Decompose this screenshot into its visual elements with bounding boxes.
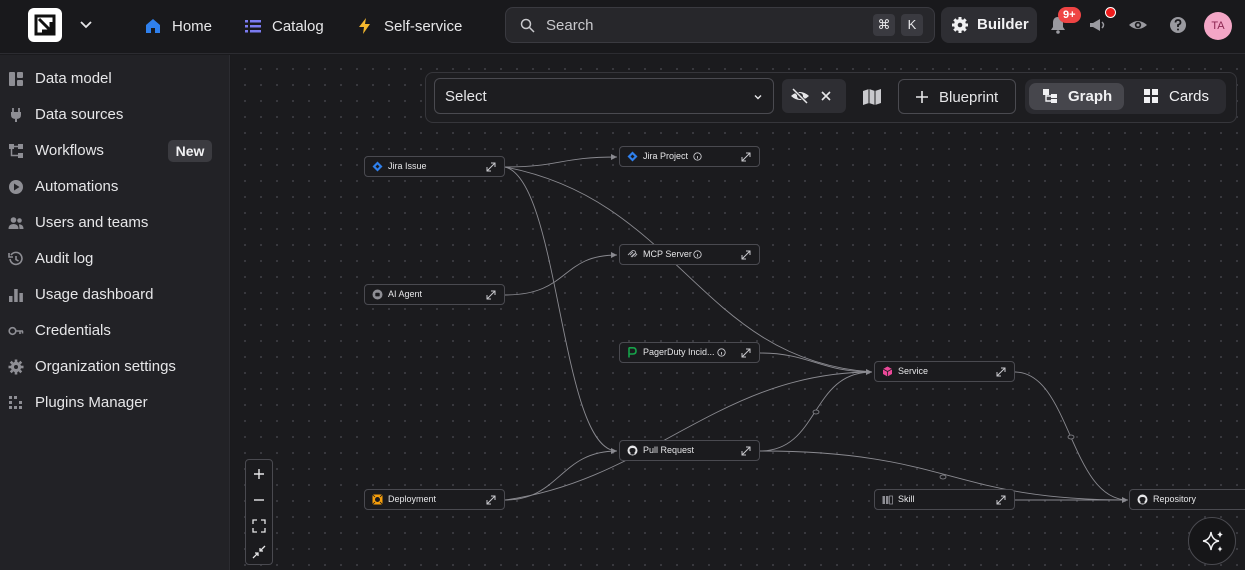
edge-label-pill: [812, 409, 820, 415]
select-value: Select: [445, 88, 487, 105]
edge-label-pill: [1067, 434, 1075, 440]
cards-view-label: Cards: [1169, 88, 1210, 105]
node-label: Pull Request: [643, 445, 695, 455]
sparkle-icon: [1202, 531, 1223, 552]
node-label: Jira Issue: [388, 161, 427, 171]
node-repository[interactable]: Repository: [1129, 489, 1245, 510]
node-service[interactable]: Service: [874, 361, 1015, 382]
expand-icon[interactable]: [741, 250, 751, 260]
edge-ai-agent-mcp-server: [504, 254, 618, 296]
fit-view-icon[interactable]: [252, 519, 266, 533]
expand-icon[interactable]: [741, 446, 751, 456]
github-icon: [1137, 494, 1148, 505]
eye-off-icon[interactable]: [790, 86, 810, 106]
jira-icon: [627, 151, 638, 162]
pagerduty-icon: [628, 347, 637, 358]
node-label: Repository: [1153, 494, 1197, 504]
info-icon[interactable]: [693, 250, 702, 259]
expand-icon[interactable]: [741, 348, 751, 358]
graph-view-icon: [1043, 89, 1057, 103]
ai-agent-icon: [372, 289, 383, 300]
expand-icon[interactable]: [741, 152, 751, 162]
node-deployment[interactable]: Deployment: [364, 489, 505, 510]
close-icon[interactable]: [821, 91, 831, 101]
edge-deployment-service: [504, 371, 873, 501]
zoom-controls: [245, 459, 273, 565]
edge-jira-issue-pull-request: [504, 166, 618, 452]
node-label: MCP Server: [643, 249, 692, 259]
node-pagerduty-incident[interactable]: PagerDuty Incid...: [619, 342, 760, 363]
zoom-in-icon[interactable]: [252, 467, 266, 481]
expand-icon[interactable]: [486, 290, 496, 300]
node-label: PagerDuty Incid...: [643, 347, 715, 357]
node-mcp-server[interactable]: MCP Server: [619, 244, 760, 265]
blueprint-select[interactable]: Select: [434, 78, 774, 114]
arrowhead: [611, 154, 617, 160]
edge-jira-issue-jira-project: [504, 156, 618, 168]
service-cube-icon: [882, 366, 893, 377]
arrowhead: [611, 252, 617, 258]
hidden-filter-group: [782, 79, 846, 113]
info-icon[interactable]: [693, 152, 702, 161]
graph-view-button[interactable]: Graph: [1029, 83, 1124, 110]
node-label: Service: [898, 366, 929, 376]
node-label: Skill: [898, 494, 915, 504]
expand-icon[interactable]: [996, 495, 1006, 505]
node-jira-project[interactable]: Jira Project: [619, 146, 760, 167]
view-toggle: Graph Cards: [1025, 79, 1226, 114]
expand-icon[interactable]: [486, 162, 496, 172]
expand-icon[interactable]: [486, 495, 496, 505]
expand-icon[interactable]: [996, 367, 1006, 377]
arrowhead: [1122, 497, 1128, 503]
mcp-icon: [627, 250, 638, 258]
deployment-icon: [372, 494, 383, 505]
node-jira-issue[interactable]: Jira Issue: [364, 156, 505, 177]
add-blueprint-button[interactable]: Blueprint: [898, 79, 1016, 114]
plus-icon: [916, 91, 928, 103]
edge-deployment-pull-request: [504, 450, 618, 501]
github-icon: [627, 445, 638, 456]
node-label: AI Agent: [388, 289, 423, 299]
jira-icon: [372, 161, 383, 172]
ai-assistant-button[interactable]: [1188, 517, 1236, 565]
map-icon[interactable]: [862, 88, 882, 106]
zoom-out-icon[interactable]: [252, 493, 266, 507]
node-skill[interactable]: Skill: [874, 489, 1015, 510]
node-label: Deployment: [388, 494, 437, 504]
edge-label-pill: [939, 474, 947, 480]
cards-view-button[interactable]: Cards: [1133, 83, 1221, 110]
node-pull-request[interactable]: Pull Request: [619, 440, 760, 461]
graph-view-label: Graph: [1068, 88, 1113, 105]
info-icon[interactable]: [717, 348, 726, 357]
collapse-icon[interactable]: [252, 545, 266, 559]
node-label: Jira Project: [643, 151, 689, 161]
arrowhead: [611, 448, 617, 454]
chevron-down-icon: [754, 95, 762, 100]
node-ai-agent[interactable]: AI Agent: [364, 284, 505, 305]
arrowhead: [866, 369, 872, 375]
skill-icon: [882, 495, 893, 505]
edge-pagerduty-service: [759, 352, 873, 373]
blueprint-label: Blueprint: [939, 89, 999, 106]
cards-view-icon: [1144, 89, 1158, 103]
